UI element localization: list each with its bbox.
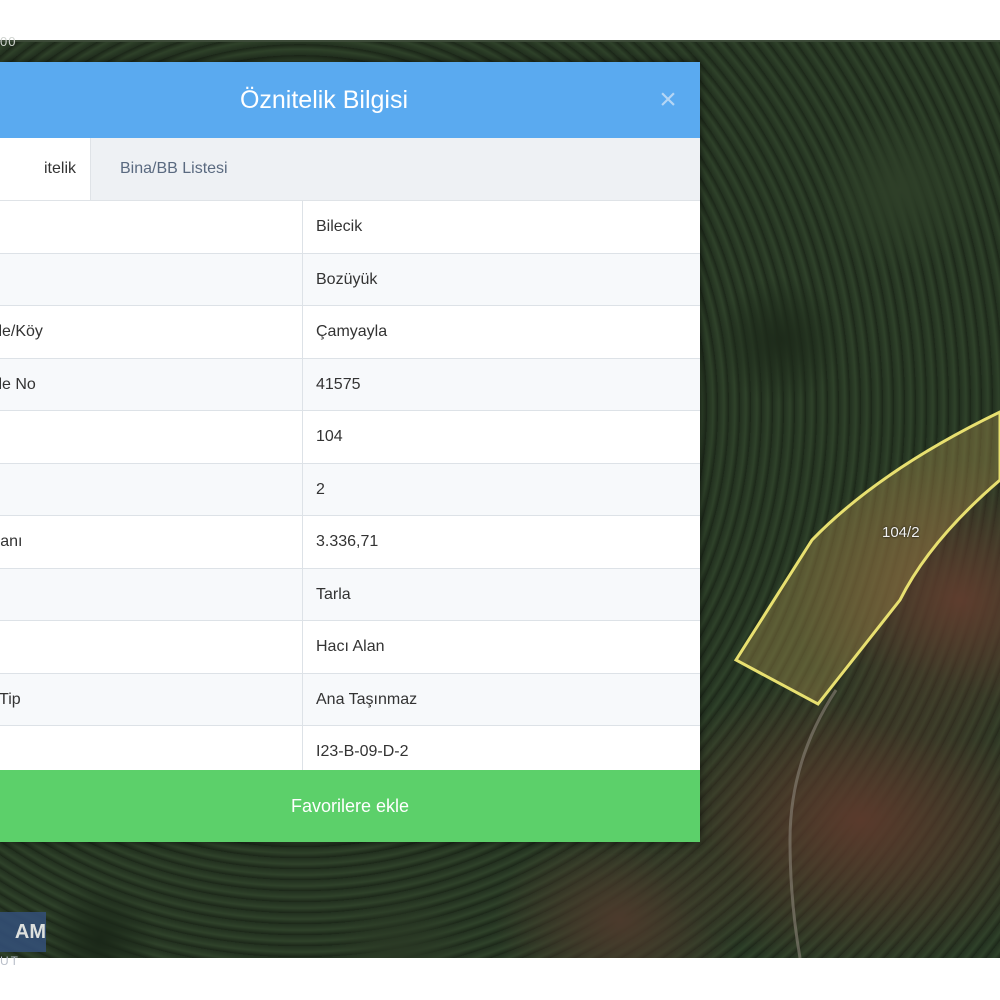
page-bottom-margin [0, 958, 1000, 1000]
attribute-key: si [0, 621, 303, 673]
attribute-key-label: alle/Köy [0, 323, 43, 340]
attribute-key [0, 253, 303, 305]
attribute-value: 41575 [316, 375, 361, 393]
attribute-key: alle/Köy [0, 306, 303, 358]
attribute-value: Bilecik [316, 218, 363, 235]
attribute-value: Çamyayla [316, 323, 388, 340]
attribute-key-label: n Tip [0, 690, 21, 708]
attribute-info-dialog: Öznitelik Bilgisi × itelik Bilgisi Bina/… [0, 62, 700, 842]
attribute-key [0, 201, 303, 253]
attribute-key: k [0, 568, 303, 620]
attribute-value: Hacı Alan [316, 638, 385, 655]
attribute-key-label: el [0, 464, 42, 515]
table-row: 104 [0, 411, 700, 464]
attribute-key [0, 411, 303, 463]
attribute-key: Alanı [0, 516, 303, 568]
attribute-key-label: Alanı [0, 533, 23, 550]
table-row: alle No 41575 [0, 358, 700, 411]
table-row: n Tip Ana Taşınmaz [0, 673, 700, 726]
attribute-value: 2 [316, 480, 325, 498]
attribute-value: Ana Taşınmaz [316, 690, 418, 708]
attribute-table: Bilecik Bozüyük alle/Köy Çamyayla alle No 415… [0, 201, 700, 779]
table-row: Bozüyük [0, 253, 700, 306]
attribute-key: alle No [0, 358, 303, 410]
dialog-header: Öznitelik Bilgisi × [0, 62, 700, 138]
attribute-key: n Tip [0, 673, 303, 725]
tab-attribute-info[interactable]: itelik Bilgisi [0, 138, 91, 239]
table-row: el 2 [0, 463, 700, 516]
attribute-value: 104 [316, 428, 343, 445]
dialog-title: Öznitelik Bilgisi [239, 86, 409, 114]
attribute-value: Bozüyük [316, 270, 378, 288]
parcel-number-label: 104/2 [882, 524, 920, 541]
attribute-value: Tarla [316, 585, 351, 603]
add-to-favorites-button[interactable]: Favorilere ekle [0, 770, 700, 842]
attribute-key-label: k [0, 569, 42, 620]
attribute-value: 3.336,71 [316, 533, 379, 550]
table-row: k Tarla [0, 568, 700, 621]
tab-building-list[interactable]: Bina/BB Listesi [106, 138, 242, 200]
table-row: Bilecik [0, 201, 700, 254]
watermark-subtext: UT [0, 954, 20, 968]
attribute-key: el [0, 463, 303, 515]
watermark-logo: AM [0, 912, 46, 952]
attribute-key-label: si [0, 621, 42, 672]
table-row: Alanı 3.336,71 [0, 516, 700, 569]
close-icon[interactable]: × [652, 84, 684, 116]
table-row: si Hacı Alan [0, 621, 700, 674]
dialog-tabs: itelik Bilgisi Bina/BB Listesi [0, 138, 700, 239]
table-row: alle/Köy Çamyayla [0, 306, 700, 359]
attribute-key-label: alle No [0, 375, 36, 393]
